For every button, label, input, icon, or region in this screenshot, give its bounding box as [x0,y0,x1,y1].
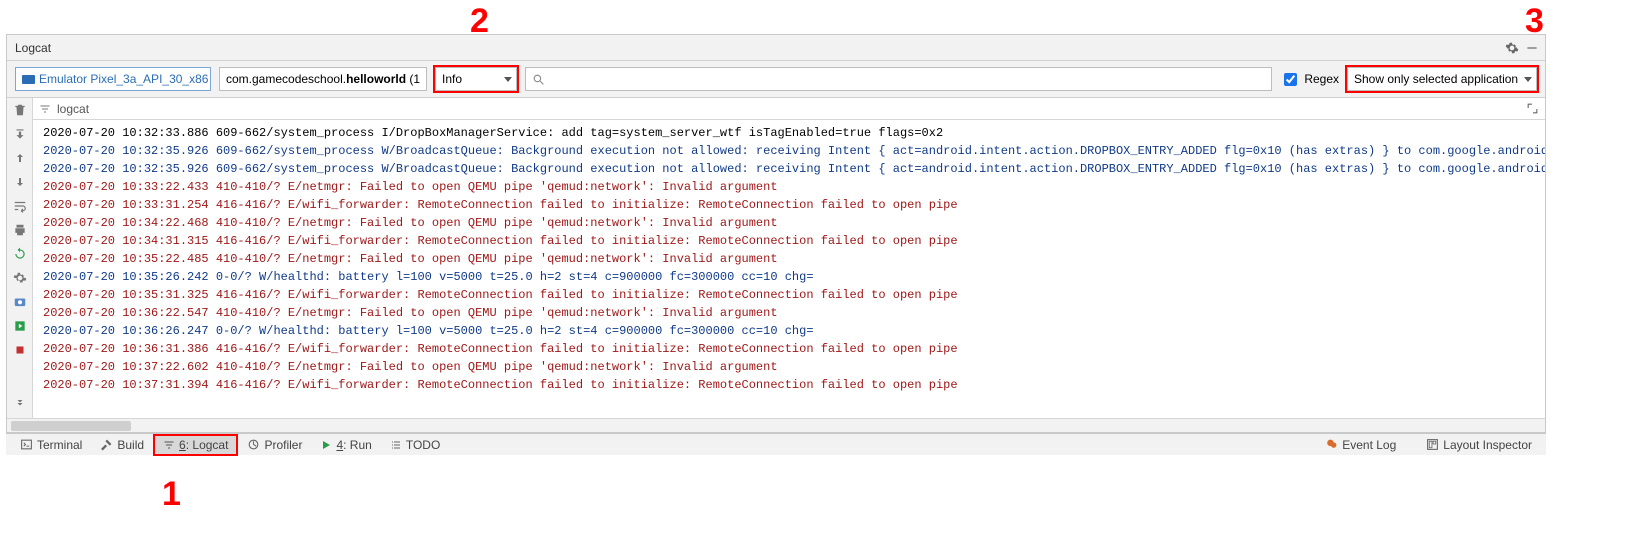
minimize-icon[interactable] [1525,41,1539,55]
trash-icon[interactable] [12,102,28,118]
print-icon[interactable] [12,222,28,238]
tab-todo[interactable]: TODO [382,435,448,455]
status-bar: Terminal Build 6: Logcat Profiler 4: Run… [6,433,1546,455]
annotation-1: 1 [162,475,181,514]
process-selector[interactable]: com.gamecodeschool.helloworld (1 [219,67,427,91]
event-log-button[interactable]: Event Log [1317,435,1404,455]
log-line[interactable]: 2020-07-20 10:35:26.242 0-0/? W/healthd:… [43,268,1541,286]
horizontal-scrollbar[interactable] [7,418,1545,432]
log-line[interactable]: 2020-07-20 10:32:35.926 609-662/system_p… [43,142,1541,160]
tab-terminal[interactable]: Terminal [12,435,90,455]
log-line[interactable]: 2020-07-20 10:34:22.468 410-410/? E/netm… [43,214,1541,232]
filter-lines-icon [163,439,175,451]
expand-icon[interactable] [1526,102,1539,115]
chevron-down-icon [426,77,427,82]
sub-header: logcat [33,98,1545,120]
layout-inspector-button[interactable]: Layout Inspector [1418,435,1540,455]
gear-icon[interactable] [1505,41,1519,55]
log-output[interactable]: 2020-07-20 10:32:33.886 609-662/system_p… [33,120,1545,418]
sub-header-label: logcat [57,102,89,116]
play-icon [320,439,332,451]
search-input-wrapper[interactable] [525,67,1272,91]
gutter-toolbar [7,98,33,418]
device-label: Emulator Pixel_3a_API_30_x86 Ar [39,72,211,86]
log-line[interactable]: 2020-07-20 10:36:22.547 410-410/? E/netm… [43,304,1541,322]
scroll-end-icon[interactable] [12,126,28,142]
record-icon[interactable] [12,318,28,334]
profiler-icon [247,438,260,451]
filter-mode-label: Show only selected application [1354,72,1518,86]
log-line[interactable]: 2020-07-20 10:33:22.433 410-410/? E/netm… [43,178,1541,196]
tab-build[interactable]: Build [92,435,152,455]
chevron-down-icon [504,77,512,82]
status-right: Event Log Layout Inspector [1317,435,1540,455]
title-bar: Logcat [7,35,1545,61]
screenshot-icon[interactable] [12,294,28,310]
chevron-down-icon [1524,77,1532,82]
filter-lines-icon [39,103,51,115]
log-line[interactable]: 2020-07-20 10:32:35.926 609-662/system_p… [43,160,1541,178]
up-arrow-icon[interactable] [12,150,28,166]
panel-title: Logcat [15,41,51,55]
list-icon [390,439,402,451]
search-icon [532,73,545,86]
log-line[interactable]: 2020-07-20 10:35:31.325 416-416/? E/wifi… [43,286,1541,304]
filter-mode-selector[interactable]: Show only selected application [1347,67,1537,91]
more-icon[interactable] [12,396,28,412]
log-level-selector[interactable]: Info [435,67,517,91]
tab-profiler[interactable]: Profiler [239,435,310,455]
scrollbar-thumb[interactable] [11,421,131,431]
wrap-icon[interactable] [12,198,28,214]
log-line[interactable]: 2020-07-20 10:34:31.315 416-416/? E/wifi… [43,232,1541,250]
log-line[interactable]: 2020-07-20 10:37:22.602 410-410/? E/netm… [43,358,1541,376]
down-arrow-icon[interactable] [12,174,28,190]
tab-run[interactable]: 4: Run [312,435,379,455]
log-content: logcat 2020-07-20 10:32:33.886 609-662/s… [33,98,1545,418]
log-line[interactable]: 2020-07-20 10:33:31.254 416-416/? E/wifi… [43,196,1541,214]
stop-icon[interactable] [12,342,28,358]
settings-icon[interactable] [12,270,28,286]
regex-toggle[interactable]: Regex [1280,70,1339,89]
tab-logcat[interactable]: 6: Logcat [154,435,237,455]
logcat-panel: Logcat Emulator Pixel_3a_API_30_x86 Ar c… [6,34,1546,433]
log-line[interactable]: 2020-07-20 10:36:26.247 0-0/? W/healthd:… [43,322,1541,340]
log-line[interactable]: 2020-07-20 10:32:33.886 609-662/system_p… [43,124,1541,142]
log-line[interactable]: 2020-07-20 10:37:31.394 416-416/? E/wifi… [43,376,1541,394]
restart-icon[interactable] [12,246,28,262]
regex-checkbox[interactable] [1284,73,1297,86]
log-level-label: Info [442,72,462,86]
balloon-icon [1325,438,1338,451]
tool-tabs: Terminal Build 6: Logcat Profiler 4: Run… [12,435,448,455]
filter-bar: Emulator Pixel_3a_API_30_x86 Ar com.game… [7,61,1545,98]
terminal-icon [20,438,33,451]
layout-icon [1426,438,1439,451]
panel-body: logcat 2020-07-20 10:32:33.886 609-662/s… [7,98,1545,418]
log-line[interactable]: 2020-07-20 10:36:31.386 416-416/? E/wifi… [43,340,1541,358]
regex-label: Regex [1304,72,1339,86]
log-line[interactable]: 2020-07-20 10:35:22.485 410-410/? E/netm… [43,250,1541,268]
hammer-icon [100,438,113,451]
device-selector[interactable]: Emulator Pixel_3a_API_30_x86 Ar [15,67,211,91]
search-input[interactable] [549,71,1265,87]
